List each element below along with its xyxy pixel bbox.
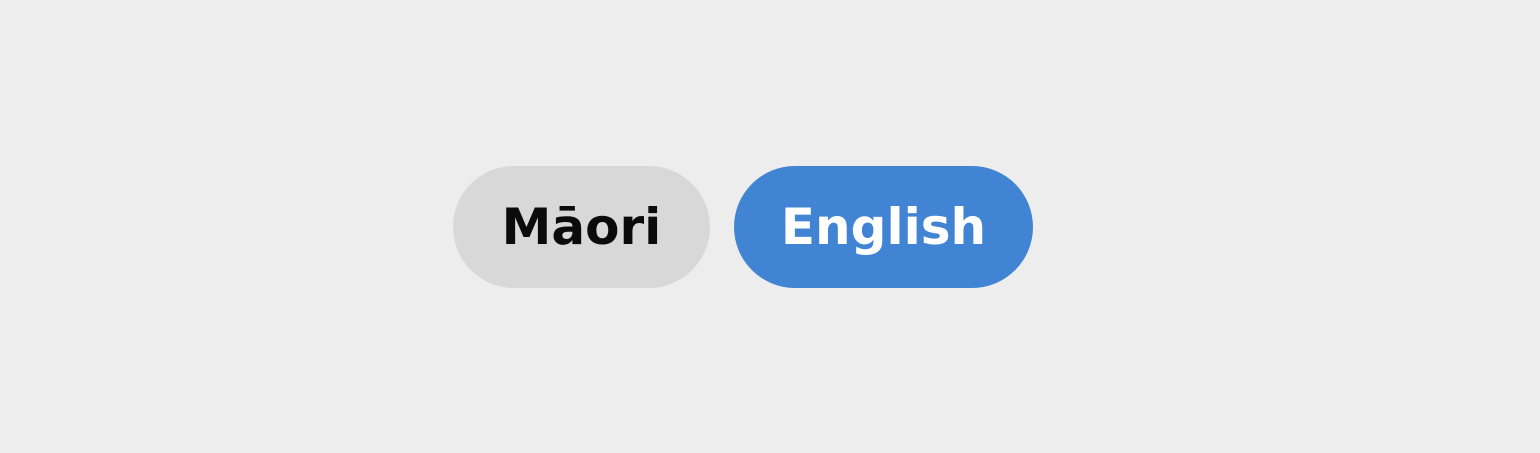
language-toggle: Māori English (453, 166, 1033, 288)
page: { "language_toggle": { "options": [ { "l… (0, 0, 1540, 453)
english-language-button[interactable]: English (734, 166, 1033, 288)
maori-language-button[interactable]: Māori (453, 166, 710, 288)
